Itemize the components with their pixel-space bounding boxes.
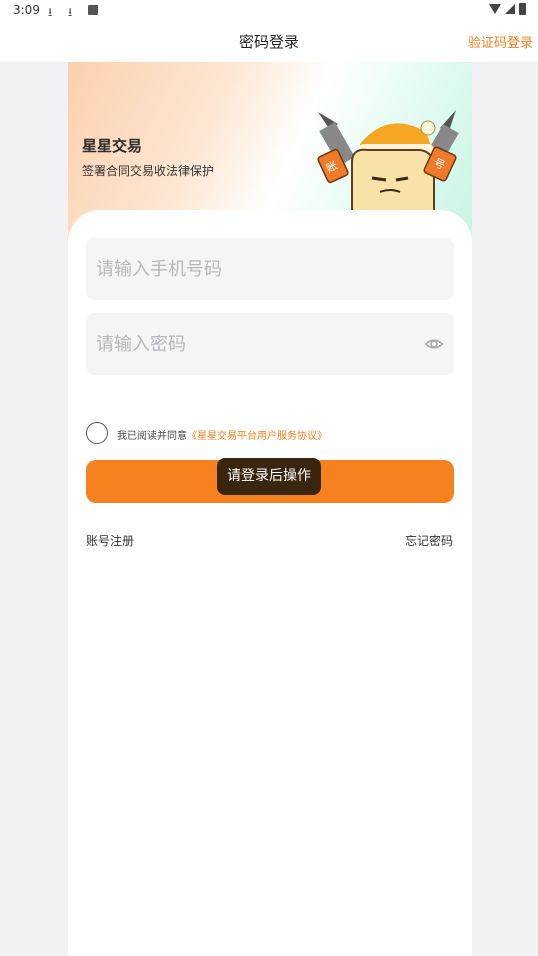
- status-bar: 3:09 ⭳ ⭳: [0, 0, 538, 22]
- nav-bar: 密码登录 验证码登录: [0, 22, 538, 62]
- agreement-checkbox[interactable]: [86, 422, 108, 444]
- agreement-text: 我已阅读并同意《星星交易平台用户服务协议》: [117, 427, 327, 442]
- phone-field[interactable]: [86, 238, 454, 300]
- battery-icon: [519, 3, 526, 15]
- agreement-prefix: 我已阅读并同意: [117, 431, 187, 442]
- notification-box-icon: [88, 5, 98, 15]
- login-form: 我已阅读并同意《星星交易平台用户服务协议》 请登录后操作 账号注册 忘记密码: [68, 210, 472, 956]
- password-input[interactable]: [86, 313, 454, 375]
- forgot-password-link[interactable]: 忘记密码: [405, 532, 453, 549]
- page-title: 密码登录: [238, 33, 299, 51]
- register-link[interactable]: 账号注册: [86, 532, 134, 549]
- phone-input[interactable]: [86, 238, 454, 300]
- banner-subtitle: 签署合同交易收法律保护: [82, 164, 215, 178]
- wifi-icon: [489, 4, 501, 14]
- signal-icon: [505, 4, 515, 14]
- eye-icon[interactable]: [424, 334, 444, 354]
- banner-title: 星星交易: [82, 137, 143, 155]
- login-card: 星星交易 签署合同交易收法律保护 账 号 请输入手机号码 我已阅读并同意《星星交…: [68, 62, 472, 956]
- download-icon: ⭳: [68, 5, 73, 19]
- mascot-illustration: 账 号: [317, 110, 459, 213]
- sms-code-login-link[interactable]: 验证码登录: [468, 32, 533, 51]
- agreement-row: 我已阅读并同意《星星交易平台用户服务协议》: [86, 422, 456, 444]
- agreement-link[interactable]: 《星星交易平台用户服务协议》: [187, 431, 327, 442]
- status-right-icons: [489, 3, 526, 15]
- status-time: 3:09: [13, 3, 40, 17]
- toast-message: 请登录后操作: [217, 458, 321, 495]
- password-field[interactable]: [86, 313, 454, 375]
- download-icon: ⭳: [48, 5, 53, 19]
